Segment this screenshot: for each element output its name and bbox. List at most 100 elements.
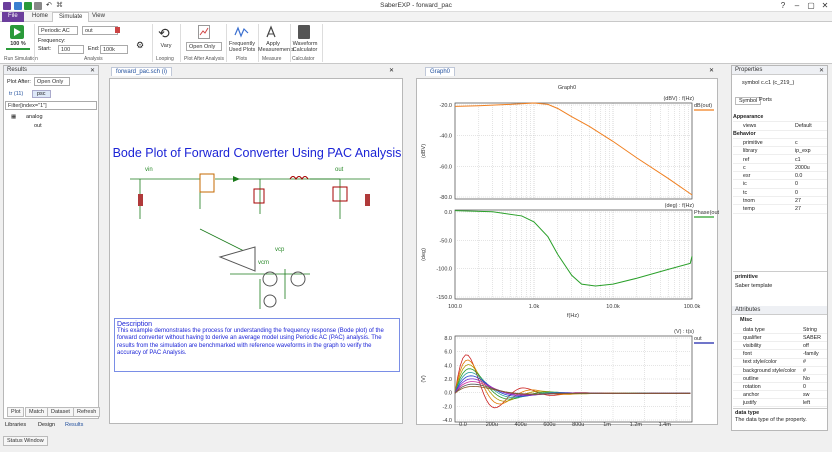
properties-close-icon[interactable]: ✕ — [819, 67, 824, 74]
results-tab-tr[interactable]: tr (11) — [9, 91, 23, 97]
tab-symbol[interactable]: Symbol — [735, 97, 762, 105]
plot-document-icon[interactable] — [198, 25, 210, 39]
start-input[interactable]: 100 — [58, 45, 84, 54]
refresh-button[interactable]: Refresh — [73, 407, 101, 417]
tree-item-analog[interactable]: analog — [26, 114, 43, 120]
property-value[interactable]: Default — [795, 123, 812, 129]
attribute-value[interactable]: left — [803, 400, 810, 406]
attribute-value[interactable]: 0 — [803, 384, 806, 390]
match-button[interactable]: Match — [25, 407, 48, 417]
results-plot-after-select[interactable]: Open Only — [34, 77, 70, 86]
attribute-value[interactable]: No — [803, 376, 810, 382]
schematic-canvas[interactable]: Bode Plot of Forward Converter Using PAC… — [109, 78, 403, 424]
attribute-row[interactable]: rotation 0 — [733, 383, 827, 391]
ramp-source[interactable] — [263, 294, 277, 308]
graph-canvas[interactable]: Graph0 -20.0 -40.0 -60.0 -80.0 (dBV) : f(Hz) d… — [416, 78, 721, 428]
close-icon[interactable]: ✕ — [820, 1, 830, 10]
property-value[interactable]: 27 — [795, 206, 801, 212]
dataset-button[interactable]: Dataset — [47, 407, 74, 417]
attribute-row[interactable]: font -family — [733, 350, 827, 359]
attribute-row[interactable]: background style/color # — [733, 367, 827, 375]
tab-results[interactable]: Results — [65, 422, 83, 428]
property-value[interactable]: c1 — [795, 157, 801, 163]
property-row[interactable]: esr 0.0 — [733, 172, 827, 181]
property-section[interactable]: Appearance — [733, 114, 827, 123]
attribute-row[interactable]: anchor sw — [733, 391, 827, 400]
attribute-value[interactable]: String — [803, 327, 817, 333]
tab-schematic[interactable]: forward_pac.sch (i) — [111, 67, 173, 76]
property-row[interactable]: ic 0 — [733, 180, 827, 189]
status-window-tab[interactable]: Status Window — [3, 436, 48, 446]
property-value[interactable]: 0.0 — [795, 173, 802, 179]
misc-section[interactable]: Misc — [740, 317, 752, 323]
analysis-type-select[interactable]: Periodic AC — [38, 26, 78, 35]
attribute-row[interactable]: text style/color # — [733, 358, 827, 367]
schematic-close-icon[interactable]: ✕ — [389, 67, 394, 74]
attribute-value[interactable]: SABER — [803, 335, 821, 341]
vary-loop-icon[interactable]: ⟲ — [158, 25, 170, 42]
comparator[interactable] — [218, 246, 256, 272]
property-row[interactable]: primitive c — [733, 139, 827, 148]
diode[interactable] — [233, 176, 240, 182]
attribute-row[interactable]: visibility off — [733, 342, 827, 351]
property-row[interactable]: views Default — [733, 122, 827, 131]
help-icon[interactable]: ? — [778, 1, 788, 10]
plot-button[interactable]: Plot — [7, 407, 25, 417]
results-close-icon[interactable]: ✕ — [90, 67, 95, 74]
tab-graph0[interactable]: Graph0 — [425, 67, 456, 76]
property-row[interactable]: temp 27 — [733, 205, 827, 214]
tab-ports[interactable]: Ports — [759, 97, 772, 103]
attribute-row[interactable]: justify left — [733, 399, 827, 408]
run-simulation-button[interactable] — [10, 25, 24, 39]
maximize-icon[interactable]: ▢ — [806, 1, 816, 10]
tab-libraries[interactable]: Libraries — [5, 422, 26, 428]
tab-file[interactable]: File — [2, 12, 24, 22]
attribute-row[interactable]: qualifier SABER — [733, 334, 827, 343]
property-value[interactable]: ip_exp — [795, 148, 811, 154]
signal-select[interactable]: out — [82, 26, 118, 35]
property-value[interactable]: 2000u — [795, 165, 810, 171]
property-row[interactable]: library ip_exp — [733, 147, 827, 156]
measurement-icon[interactable] — [266, 25, 280, 39]
tab-design[interactable]: Design — [38, 422, 55, 428]
property-row[interactable]: ref c1 — [733, 156, 827, 164]
attribute-row[interactable]: outline No — [733, 375, 827, 383]
waveform-calculator-label-2[interactable]: Calculator — [290, 47, 320, 53]
property-row[interactable]: tnom 27 — [733, 197, 827, 206]
results-tab-psc[interactable]: psc — [32, 90, 51, 98]
calculator-icon[interactable] — [298, 25, 310, 39]
tab-view[interactable]: View — [86, 12, 111, 22]
property-value[interactable]: 0 — [795, 181, 798, 187]
attribute-row[interactable]: data type String — [733, 326, 827, 335]
transformer[interactable] — [199, 173, 215, 193]
apply-measurements-label-2[interactable]: Measurements — [258, 47, 294, 53]
load-resistor[interactable] — [365, 194, 370, 206]
results-filter-input[interactable]: Filter[index="1"] — [5, 101, 97, 110]
property-value[interactable]: c — [795, 140, 798, 146]
tab-simulate[interactable]: Simulate — [52, 12, 90, 22]
tree-item-out[interactable]: out — [34, 123, 42, 129]
source-vin[interactable] — [138, 194, 143, 206]
property-section[interactable]: Behavior — [733, 131, 827, 139]
frequently-used-label-2[interactable]: Used Plots — [228, 47, 256, 53]
property-value[interactable]: 27 — [795, 198, 801, 204]
graph0-plot[interactable]: Graph0 -20.0 -40.0 -60.0 -80.0 (dBV) : f(Hz)d… — [417, 79, 721, 428]
minimize-icon[interactable]: – — [792, 1, 802, 10]
analysis-settings-icon[interactable]: ⚙ — [136, 40, 144, 51]
freewheel-diode[interactable] — [253, 188, 265, 204]
property-row[interactable]: tc 0 — [733, 189, 827, 197]
vary-button-label[interactable]: Vary — [155, 43, 177, 49]
attribute-value[interactable]: -family — [803, 351, 819, 357]
attribute-value[interactable]: # — [803, 368, 806, 374]
tab-home[interactable]: Home — [26, 12, 54, 22]
circuit-diagram[interactable]: vin out vcp vcm — [110, 79, 404, 329]
attribute-value[interactable]: sw — [803, 392, 809, 398]
attribute-value[interactable]: # — [803, 359, 806, 365]
frequently-used-plots-icon[interactable] — [234, 25, 250, 39]
plot-after-select[interactable]: Open Only — [186, 42, 222, 51]
attribute-value[interactable]: off — [803, 343, 809, 349]
graph-close-icon[interactable]: ✕ — [709, 67, 714, 74]
signal-clear-icon[interactable] — [115, 27, 120, 33]
property-row[interactable]: c 2000u — [733, 164, 827, 173]
end-input[interactable]: 100k — [100, 45, 128, 54]
